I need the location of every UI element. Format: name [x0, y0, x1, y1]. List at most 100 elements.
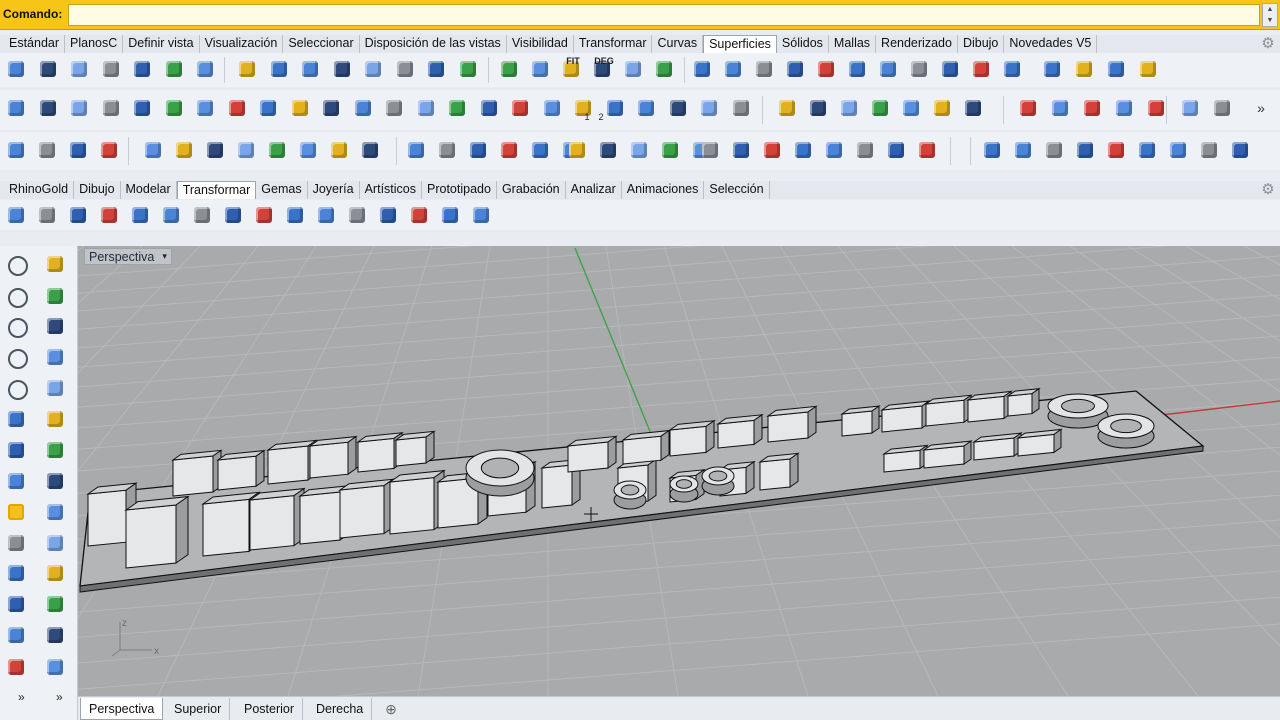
sidebar-tool-icon[interactable] [43, 623, 67, 647]
solid-edit-tool-icon[interactable] [497, 138, 521, 162]
tab-rhinogold[interactable]: RhinoGold [4, 181, 75, 199]
surface-tool-icon[interactable] [621, 57, 645, 81]
solid-edit-tool-icon[interactable] [658, 138, 682, 162]
tab-gemas[interactable]: Gemas [256, 181, 308, 199]
surface-edit-tool-icon[interactable] [99, 96, 123, 120]
sidebar-tool-icon[interactable] [43, 469, 67, 493]
viewport-scene[interactable] [78, 246, 1280, 696]
surface-tool-icon[interactable] [876, 57, 900, 81]
sidebar-tool-icon[interactable] [4, 655, 28, 679]
curve-edit-tool-icon[interactable] [961, 96, 985, 120]
transform-tool-icon[interactable] [469, 203, 493, 227]
tab-joyeria[interactable]: Joyería [308, 181, 360, 199]
surface-edit-tool-icon[interactable] [351, 96, 375, 120]
viewport-title[interactable]: Perspectiva ▾ [84, 248, 172, 265]
tab-perspectiva[interactable]: Perspectiva [80, 698, 164, 720]
transform-tool-icon[interactable] [438, 203, 462, 227]
sidebar-tool-icon[interactable] [43, 500, 67, 524]
display-tool-icon[interactable] [1104, 138, 1128, 162]
surface-edit-tool-icon[interactable] [162, 96, 186, 120]
sidebar-tool-icon[interactable] [4, 469, 28, 493]
sidebar-tool-icon[interactable] [43, 438, 67, 462]
surface-edit-tool-icon[interactable] [477, 96, 501, 120]
surface-tool-icon[interactable] [690, 57, 714, 81]
sidebar-more-button-left[interactable]: » [18, 690, 25, 704]
solid-edit-tool-icon[interactable] [435, 138, 459, 162]
transform-tool-icon[interactable] [407, 203, 431, 227]
degree-button[interactable]: DEG [594, 56, 614, 80]
display-tool-icon[interactable] [1073, 138, 1097, 162]
tab-dibujo[interactable]: Dibujo [958, 35, 1005, 53]
render-tool-icon[interactable] [915, 138, 939, 162]
sidebar-tool-icon[interactable] [4, 623, 28, 647]
surface-tool-icon[interactable] [67, 57, 91, 81]
solid-edit-tool-icon[interactable] [404, 138, 428, 162]
surface-tool-icon[interactable] [130, 57, 154, 81]
surface-tool-icon[interactable] [528, 57, 552, 81]
sidebar-tool-icon[interactable] [43, 345, 67, 369]
solid-edit-tool-icon[interactable] [528, 138, 552, 162]
command-input[interactable] [68, 4, 1260, 26]
viewport-dropdown-icon[interactable]: ▾ [162, 251, 167, 262]
surface-tool-icon[interactable] [1072, 57, 1096, 81]
surface-edit-tool-icon[interactable] [508, 96, 532, 120]
boolean-tool-icon[interactable] [4, 138, 28, 162]
sidebar-tool-icon[interactable] [43, 407, 67, 431]
transform-tool-icon[interactable] [314, 203, 338, 227]
surface-tool-icon[interactable] [162, 57, 186, 81]
surface-tool-icon[interactable] [938, 57, 962, 81]
tab-analizar[interactable]: Analizar [566, 181, 622, 199]
sidebar-tool-icon[interactable] [43, 592, 67, 616]
solid-tool-icon[interactable] [327, 138, 351, 162]
tab-transformar[interactable]: Transformar [574, 35, 653, 53]
tab-disposicion-de-las-vistas[interactable]: Disposición de las vistas [360, 35, 507, 53]
transform-tool-icon[interactable] [283, 203, 307, 227]
sidebar-tool-icon[interactable] [43, 655, 67, 679]
surface-edit-tool-icon[interactable] [697, 96, 721, 120]
tab-prototipado[interactable]: Prototipado [422, 181, 497, 199]
tab-curvas[interactable]: Curvas [652, 35, 704, 53]
surface-tool-icon[interactable] [267, 57, 291, 81]
transform-tool-icon[interactable] [345, 203, 369, 227]
tab-mallas[interactable]: Mallas [829, 35, 877, 53]
sidebar-tool-icon[interactable] [43, 314, 67, 338]
tab-definir-vista[interactable]: Definir vista [123, 35, 200, 53]
render-tool-icon[interactable] [822, 138, 846, 162]
surface-edit-tool-icon[interactable] [67, 96, 91, 120]
surface-tool-icon[interactable] [497, 57, 521, 81]
tab-artisticos[interactable]: Artísticos [360, 181, 422, 199]
surface-tool-icon[interactable] [721, 57, 745, 81]
surface-tool-icon[interactable] [99, 57, 123, 81]
transform-tool-icon[interactable] [159, 203, 183, 227]
tab-planosc[interactable]: PlanosC [65, 35, 124, 53]
surface-edit-tool-icon[interactable] [414, 96, 438, 120]
curve-edit-tool-icon[interactable] [806, 96, 830, 120]
sidebar-tool-icon[interactable] [4, 376, 28, 400]
surface-edit-tool-icon[interactable] [729, 96, 753, 120]
surface-tool-icon[interactable] [393, 57, 417, 81]
tab-transformar[interactable]: Transformar [176, 181, 257, 199]
add-viewport-tab-button[interactable]: ⊕ [378, 698, 404, 720]
render-tool-icon[interactable] [729, 138, 753, 162]
solid-tool-icon[interactable] [234, 138, 258, 162]
tab-novedades-v5[interactable]: Novedades V5 [1004, 35, 1098, 53]
fit-view-button[interactable]: FIT [563, 56, 583, 80]
curve-edit-tool-icon[interactable] [775, 96, 799, 120]
sidebar-tool-icon[interactable] [43, 531, 67, 555]
boolean-tool-icon[interactable] [66, 138, 90, 162]
surface-edit-tool-icon[interactable] [666, 96, 690, 120]
transform-tool-icon[interactable] [190, 203, 214, 227]
surface-edit-tool-icon[interactable] [225, 96, 249, 120]
solid-tool-icon[interactable] [141, 138, 165, 162]
tab-derecha[interactable]: Derecha [308, 698, 373, 720]
display-tool-icon[interactable] [1166, 138, 1190, 162]
light-tool-icon[interactable] [1178, 96, 1202, 120]
tab-visibilidad[interactable]: Visibilidad [507, 35, 574, 53]
solid-tool-icon[interactable] [358, 138, 382, 162]
tab-seleccionar[interactable]: Seleccionar [283, 35, 360, 53]
surface-tool-icon[interactable] [652, 57, 676, 81]
render-tool-icon[interactable] [884, 138, 908, 162]
sidebar-tool-icon[interactable] [43, 376, 67, 400]
render-tool-icon[interactable] [853, 138, 877, 162]
sidebar-more-button-right[interactable]: » [56, 690, 63, 704]
